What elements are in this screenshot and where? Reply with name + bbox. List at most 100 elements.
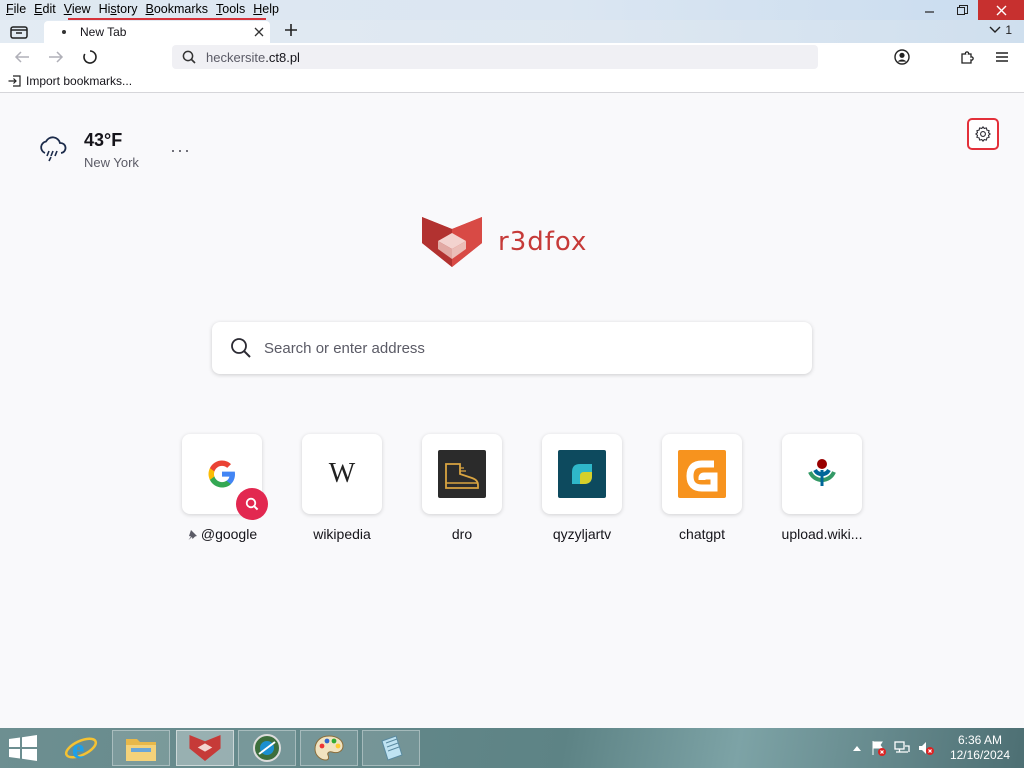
shortcut-tile[interactable]: W <box>302 434 382 514</box>
tab-close-button[interactable] <box>248 24 270 40</box>
menu-access-key: B <box>145 2 154 16</box>
internet-explorer-icon: e <box>64 734 98 765</box>
taskbar: e 6:36 AM 12/16/2024 <box>0 728 1024 768</box>
restore-button[interactable] <box>946 0 978 20</box>
menu-file[interactable]: File <box>2 2 30 16</box>
search-icon <box>230 337 252 359</box>
tab-strip: New Tab 1 <box>0 20 1024 43</box>
menu-help[interactable]: Help <box>249 2 283 16</box>
weather-location: New York <box>84 155 139 170</box>
shortcut-tile[interactable] <box>782 434 862 514</box>
url-domain: .ct8.pl <box>265 49 300 65</box>
new-tab-button[interactable] <box>284 21 298 41</box>
import-bookmarks-button[interactable]: Import bookmarks... <box>8 74 132 88</box>
url-subdomain: heckersite <box>206 49 266 65</box>
import-bookmarks-label: Import bookmarks... <box>26 74 133 88</box>
start-button[interactable] <box>8 735 38 766</box>
restore-icon <box>956 4 968 15</box>
navigation-toolbar: heckersite.ct8.pl <box>0 43 1024 71</box>
clock[interactable]: 6:36 AM 12/16/2024 <box>950 733 1010 763</box>
shortcut-chatgpt[interactable]: chatgpt <box>642 434 762 542</box>
r3dfox-logo-icon <box>422 217 482 267</box>
weather-widget[interactable]: 43°F New York <box>38 130 139 170</box>
network-icon[interactable] <box>894 740 910 756</box>
show-hidden-icons-button[interactable] <box>852 744 862 752</box>
minimize-button[interactable] <box>914 0 946 20</box>
close-icon <box>996 5 1006 15</box>
shortcut-wikipedia[interactable]: W wikipedia <box>282 434 402 542</box>
windows-logo-icon <box>9 735 37 761</box>
list-all-tabs-button[interactable]: 1 <box>989 23 1012 37</box>
clock-time: 6:36 AM <box>957 733 1002 747</box>
shortcut-qyzyljartv[interactable]: qyzyljartv <box>522 434 642 542</box>
stop-loading-button[interactable] <box>79 47 101 67</box>
shortcut-label: upload.wiki... <box>781 526 863 542</box>
tab-new-tab[interactable]: New Tab <box>44 21 270 43</box>
account-button[interactable] <box>891 47 913 67</box>
shortcut-tile[interactable] <box>422 434 502 514</box>
shortcut-label: qyzyljartv <box>552 526 612 542</box>
menu-access-key: F <box>6 2 14 16</box>
shortcut-google[interactable]: @google <box>162 434 282 542</box>
arrow-right-icon <box>49 51 64 63</box>
personalize-settings-button[interactable] <box>967 118 999 150</box>
shortcut-dro[interactable]: dro <box>402 434 522 542</box>
shortcut-tile[interactable] <box>542 434 622 514</box>
menu-view[interactable]: View <box>60 2 95 16</box>
shortcut-label: @google <box>200 526 258 542</box>
taskbar-internet-explorer[interactable]: e <box>52 730 110 766</box>
taskbar-network-app[interactable] <box>238 730 296 766</box>
search-placeholder: Search or enter address <box>264 339 425 357</box>
notepad-icon <box>381 735 403 761</box>
search-icon <box>245 497 259 511</box>
volume-muted-icon[interactable] <box>918 740 934 756</box>
menu-bookmarks[interactable]: Bookmarks <box>142 2 213 16</box>
window-controls <box>914 0 1024 20</box>
taskbar-file-explorer[interactable] <box>112 730 170 766</box>
weather-context-menu-button[interactable]: ··· <box>170 140 191 161</box>
clock-date: 12/16/2024 <box>949 748 1010 762</box>
app-menu-button[interactable] <box>991 47 1013 67</box>
gear-icon <box>975 126 991 142</box>
svg-text:e: e <box>72 734 84 765</box>
r3dfox-icon <box>189 735 221 761</box>
tab-title: New Tab <box>80 25 127 39</box>
shortcut-label-row: @google <box>187 526 257 542</box>
action-center-icon[interactable] <box>870 740 886 756</box>
boot-icon <box>438 450 486 498</box>
menu-access-key: T <box>216 2 223 16</box>
search-icon <box>182 50 196 64</box>
weather-info: 43°F New York <box>84 130 139 170</box>
search-shortcut-badge <box>236 488 268 520</box>
shortcut-upload-wikimedia[interactable]: upload.wiki... <box>762 434 882 542</box>
menu-access-key: H <box>253 2 263 16</box>
hamburger-icon <box>996 52 1008 62</box>
url-bar[interactable]: heckersite.ct8.pl <box>172 45 818 69</box>
weather-temperature: 43°F <box>84 130 123 150</box>
shortcut-tile[interactable] <box>182 434 268 520</box>
menu-access-key: E <box>34 2 43 16</box>
forward-button[interactable] <box>45 47 67 67</box>
extensions-button[interactable] <box>957 47 979 67</box>
folder-icon <box>126 739 156 761</box>
palette-icon <box>314 735 344 761</box>
tab-count: 1 <box>1005 23 1012 37</box>
globe-app-icon <box>253 734 281 762</box>
menu-tools[interactable]: Tools <box>212 2 249 16</box>
menu-history[interactable]: History <box>95 2 142 16</box>
search-input[interactable]: Search or enter address <box>212 322 812 374</box>
chevron-down-icon <box>989 26 1001 33</box>
taskbar-r3dfox[interactable] <box>176 730 234 766</box>
title-bar: File Edit View History Bookmarks Tools H… <box>0 0 1024 20</box>
menu-access-key: s <box>110 2 117 16</box>
taskbar-paint[interactable] <box>300 730 358 766</box>
back-button[interactable] <box>11 47 33 67</box>
taskbar-notepad[interactable] <box>362 730 420 766</box>
shortcut-tile[interactable] <box>662 434 742 514</box>
wikipedia-icon: W <box>328 458 356 489</box>
close-window-button[interactable] <box>978 0 1024 20</box>
plus-icon <box>285 24 297 36</box>
menu-edit[interactable]: Edit <box>30 2 60 16</box>
arrow-left-icon <box>14 51 29 63</box>
firefox-view-button[interactable] <box>9 23 29 40</box>
